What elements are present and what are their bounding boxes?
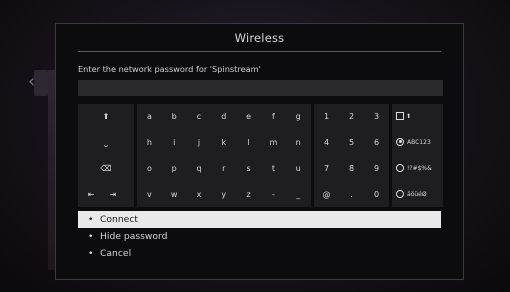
letter-key[interactable]: p — [162, 156, 187, 181]
cancel-option[interactable]: • Cancel — [78, 245, 441, 262]
wireless-password-dialog: Wireless Enter the network password for … — [55, 23, 464, 280]
digit-key[interactable]: 1 — [314, 104, 339, 129]
bullet-icon: • — [88, 214, 94, 225]
special-keys-group: ⬆ ⎵ ⌫ ⇤ ⇥ — [78, 104, 134, 207]
letter-key[interactable]: o — [137, 156, 162, 181]
connect-option[interactable]: • Connect — [78, 211, 441, 228]
letter-key[interactable]: k — [211, 130, 236, 155]
letter-key[interactable]: f — [261, 104, 286, 129]
letter-key[interactable]: g — [286, 104, 311, 129]
letter-key[interactable]: r — [211, 156, 236, 181]
option-label: Hide password — [100, 231, 168, 242]
letter-key[interactable]: n — [286, 130, 311, 155]
letter-key[interactable]: - — [261, 182, 286, 207]
on-screen-keyboard: ⬆ ⎵ ⌫ ⇤ ⇥ a b c d e f g h i j k l m n o p q r s t u v w x y z - _ 1… — [78, 104, 443, 207]
digit-key[interactable]: 8 — [339, 156, 364, 181]
option-label: Cancel — [100, 248, 132, 259]
letter-key[interactable]: m — [261, 130, 286, 155]
backspace-key[interactable]: ⌫ — [78, 156, 134, 181]
digit-key[interactable]: 4 — [314, 130, 339, 155]
letter-key[interactable]: w — [162, 182, 187, 207]
digit-key[interactable]: 9 — [364, 156, 389, 181]
letter-key[interactable]: c — [187, 104, 212, 129]
radio-icon — [396, 163, 404, 172]
letter-key[interactable]: y — [211, 182, 236, 207]
option-label: Connect — [100, 214, 138, 225]
letter-key[interactable]: x — [187, 182, 212, 207]
mode-option-symbols[interactable]: !?#$%& — [396, 156, 432, 181]
digit-keys-group: 1 2 3 4 5 6 7 8 9 @. 0 — [314, 104, 389, 207]
letter-key[interactable]: a — [137, 104, 162, 129]
back-arrow-icon: ‹ — [28, 71, 36, 92]
mode-label: äöüéØ — [407, 191, 427, 198]
letter-key[interactable]: u — [286, 156, 311, 181]
caps-lock-toggle[interactable]: ⬆ — [396, 104, 411, 129]
bullet-icon: • — [88, 248, 94, 259]
letter-key[interactable]: t — [261, 156, 286, 181]
digit-key[interactable]: 2 — [339, 104, 364, 129]
mode-label: !?#$%& — [407, 165, 432, 172]
digit-key[interactable]: 0 — [364, 182, 389, 207]
letter-key[interactable]: _ — [286, 182, 311, 207]
letter-key[interactable]: l — [236, 130, 261, 155]
cursor-right-key[interactable]: ⇥ — [102, 182, 124, 207]
digit-key[interactable]: 6 — [364, 130, 389, 155]
keyboard-mode-group: ⬆ ABC123 !?#$%& äöüéØ — [392, 104, 443, 207]
password-input[interactable] — [78, 80, 443, 96]
radio-selected-icon — [396, 137, 404, 146]
space-key[interactable]: ⎵ — [78, 130, 134, 155]
letter-key[interactable]: z — [236, 182, 261, 207]
title-divider — [78, 51, 441, 52]
letter-keys-group: a b c d e f g h i j k l m n o p q r s t u v w x y z - _ — [137, 104, 311, 207]
hide-password-option[interactable]: • Hide password — [78, 228, 441, 245]
bullet-icon: • — [88, 231, 94, 242]
letter-key[interactable]: s — [236, 156, 261, 181]
digit-key[interactable]: 5 — [339, 130, 364, 155]
letter-key[interactable]: q — [187, 156, 212, 181]
cursor-left-key[interactable]: ⇤ — [80, 182, 102, 207]
letter-key[interactable]: j — [187, 130, 212, 155]
mode-option-abc123[interactable]: ABC123 — [396, 130, 431, 155]
dialog-title: Wireless — [234, 31, 285, 45]
digit-key[interactable]: 7 — [314, 156, 339, 181]
mode-label: ABC123 — [407, 139, 431, 146]
mode-option-accents[interactable]: äöüéØ — [396, 182, 427, 207]
digit-key[interactable]: . — [339, 182, 364, 207]
letter-key[interactable]: d — [211, 104, 236, 129]
letter-key[interactable]: v — [137, 182, 162, 207]
caps-lock-label: ⬆ — [406, 113, 412, 120]
letter-key[interactable]: b — [162, 104, 187, 129]
background-panel — [34, 70, 48, 96]
shift-key[interactable]: ⬆ — [78, 104, 134, 129]
password-prompt: Enter the network password for 'Spinstre… — [78, 64, 261, 74]
digit-key[interactable]: 3 — [364, 104, 389, 129]
letter-key[interactable]: e — [236, 104, 261, 129]
digit-key[interactable]: @ — [314, 182, 339, 207]
checkbox-icon — [396, 111, 404, 120]
radio-icon — [396, 189, 404, 198]
letter-key[interactable]: h — [137, 130, 162, 155]
letter-key[interactable]: i — [162, 130, 187, 155]
